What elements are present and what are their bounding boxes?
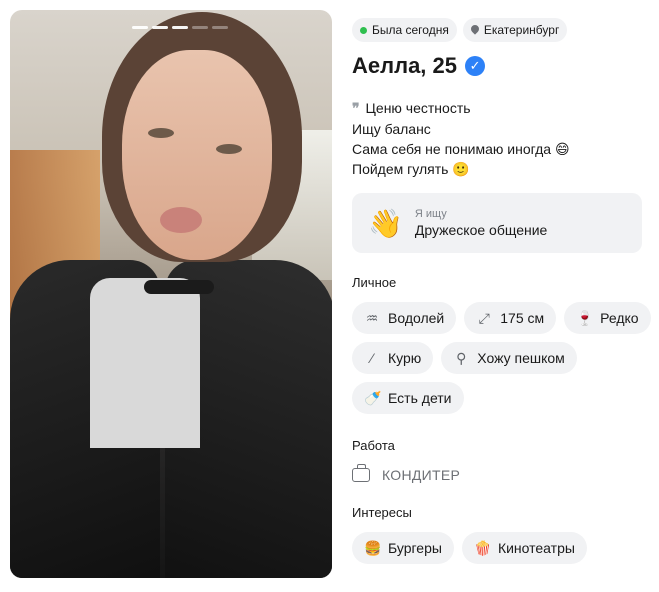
personal-chip-height: ⤢ 175 см: [464, 302, 557, 334]
online-status-badge: Была сегодня: [352, 18, 457, 42]
work-row: КОНДИТЕР: [352, 464, 652, 483]
briefcase-icon: [352, 464, 370, 482]
bio: ❞ Ценю честность Ищу баланс Сама себя не …: [352, 98, 652, 179]
personal-chip-children: 🍼 Есть дети: [352, 382, 464, 414]
bio-line: Ищу баланс: [352, 121, 431, 137]
waving-hand-icon: 👋: [368, 207, 403, 239]
online-status-text: Была сегодня: [372, 23, 449, 37]
interest-chip-cinema: 🍿 Кинотеатры: [461, 532, 587, 564]
verified-check-icon: ✓: [465, 56, 486, 76]
work-value: КОНДИТЕР: [382, 467, 461, 483]
seeking-card: 👋 Я ищу Дружеское общение: [352, 193, 642, 253]
smoking-icon: ⁄: [370, 350, 374, 366]
name-row: Аелла, 25 ✓: [352, 52, 652, 80]
wine-glass-icon: 🍷: [576, 309, 594, 326]
photo-lips: [160, 207, 202, 233]
photo-face: [122, 50, 272, 260]
personal-chip-sport: ⚲ Хожу пешком: [441, 342, 577, 374]
photo-page-dot[interactable]: [132, 26, 148, 29]
burger-icon: 🍔: [364, 539, 382, 556]
photo-eye: [216, 144, 242, 154]
interests-section-title: Интересы: [352, 505, 412, 520]
photo-eye: [148, 128, 174, 138]
seeking-label: Я ищу: [414, 208, 447, 220]
baby-bottle-icon: 🍼: [364, 389, 382, 406]
city-text: Екатеринбург: [483, 23, 560, 37]
seeking-text: Я ищу Дружеское общение: [415, 208, 547, 238]
zodiac-icon: ♒: [365, 309, 379, 326]
bio-line: Пойдем гулять 🙂: [352, 161, 470, 177]
seeking-value: Дружеское общение: [414, 222, 548, 238]
profile-photo[interactable]: [10, 10, 332, 578]
profile-details: Была сегодня Екатеринбург Аелла, 25 ✓ ❞ Ц…: [352, 18, 652, 564]
location-pin-icon: [471, 25, 479, 35]
photo-page-dot[interactable]: [192, 26, 208, 29]
photo-choker: [144, 280, 214, 294]
personal-chip-zodiac: ♒ Водолей: [352, 302, 457, 334]
personal-chip-smoking: ⁄ Курю: [352, 342, 434, 374]
photo-page-dot[interactable]: [172, 26, 188, 29]
photo-pagination: [132, 26, 228, 29]
profile-name: Аелла, 25: [352, 53, 458, 78]
quote-icon: ❞: [352, 101, 360, 117]
bio-line: Сама себя не понимаю иногда 😄: [352, 141, 570, 157]
personal-section-title: Личное: [352, 275, 397, 290]
work-section-title: Работа: [352, 438, 395, 453]
interest-chip-burgers: 🍔 Бургеры: [352, 532, 454, 564]
city-badge: Екатеринбург: [462, 18, 568, 42]
personal-chip-alcohol: 🍷 Редко: [564, 302, 651, 334]
interests-chips: 🍔 Бургеры 🍿 Кинотеатры: [352, 532, 652, 564]
height-icon: ⤢: [478, 309, 490, 326]
dumbbell-icon: ⚲: [456, 349, 467, 366]
photo-shirt: [90, 278, 200, 448]
photo-page-dot[interactable]: [152, 26, 168, 29]
online-dot-icon: [360, 26, 367, 34]
photo-page-dot[interactable]: [212, 26, 228, 29]
bio-line: ❞ Ценю честность: [352, 100, 471, 117]
popcorn-icon: 🍿: [473, 539, 492, 556]
status-row: Была сегодня Екатеринбург: [352, 18, 652, 42]
personal-chips: ♒ Водолей ⤢ 175 см 🍷 Редко ⁄ Курю ⚲ Хожу пешк…: [352, 302, 652, 414]
